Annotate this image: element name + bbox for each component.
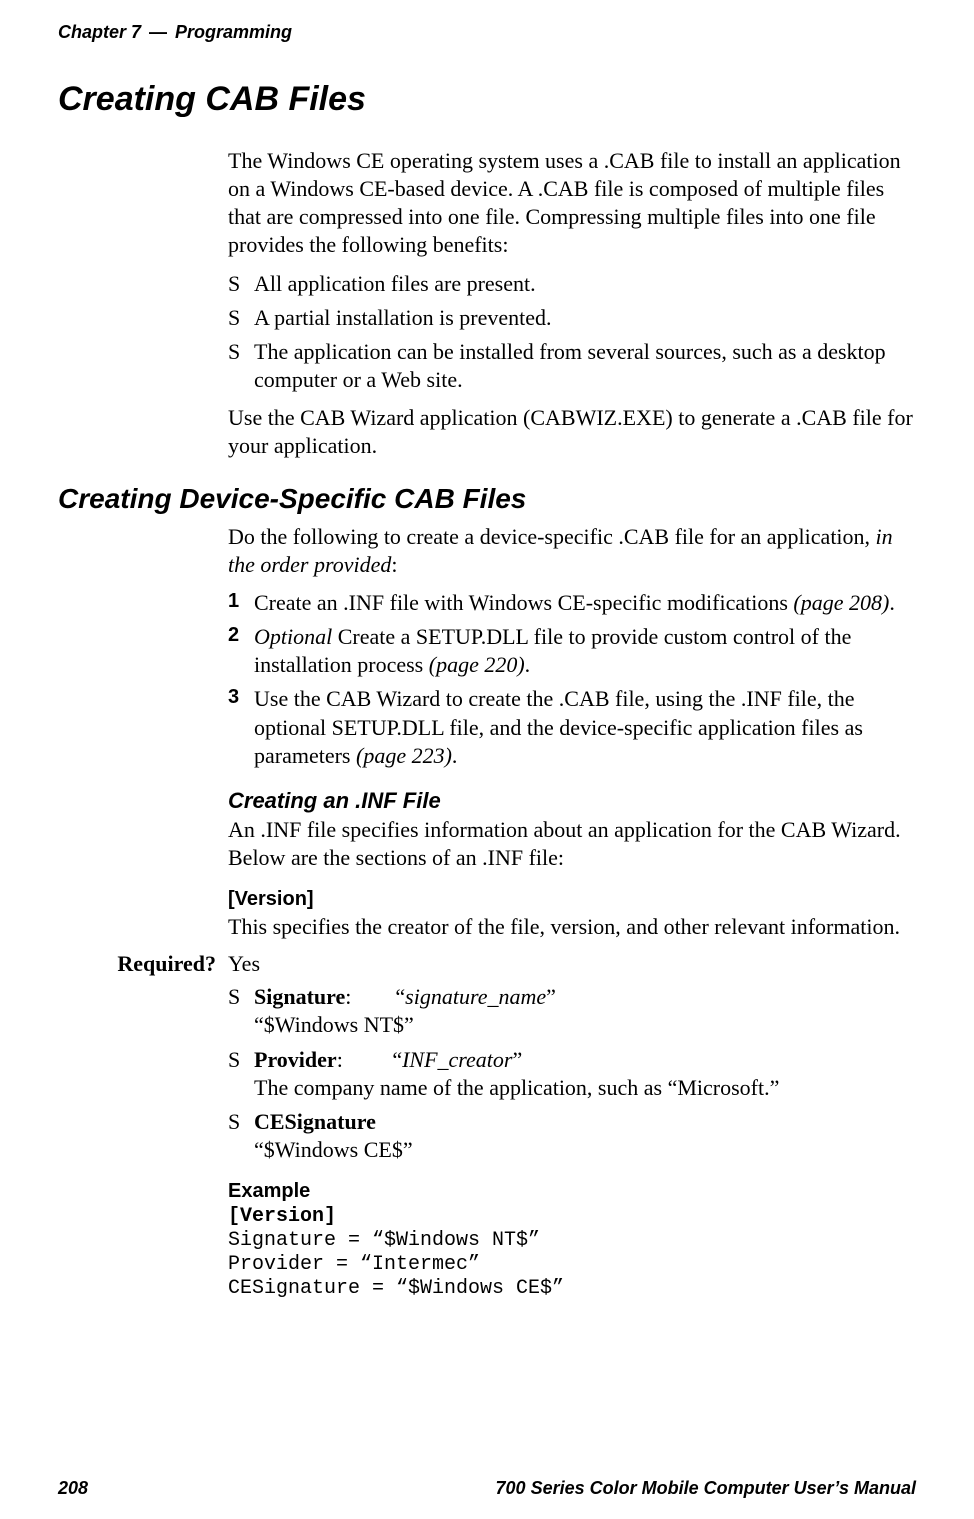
quote: “ — [395, 984, 405, 1009]
list-item: CESignature “$Windows CE$” — [228, 1108, 916, 1164]
field-sub: “$Windows NT$” — [254, 1012, 414, 1037]
list-item: A partial installation is prevented. — [228, 304, 916, 332]
intro-block: The Windows CE operating system uses a .… — [228, 147, 916, 461]
page-ref: (page 208) — [793, 590, 889, 615]
fields-list: Signature: “signature_name” “$Windows NT… — [228, 983, 916, 1164]
steps-list: Create an .INF file with Windows CE-spec… — [228, 589, 916, 770]
code-block: [Version] Signature = “$Windows NT$” Pro… — [228, 1205, 916, 1301]
text: : — [391, 552, 397, 577]
text: : — [345, 984, 351, 1009]
field-value-italic: signature_name — [405, 984, 546, 1009]
text: Create a SETUP.DLL file to provide custo… — [254, 624, 851, 677]
inf-description: An .INF file specifies information about… — [228, 816, 916, 872]
code-line: Signature = “$Windows NT$” — [228, 1229, 540, 1252]
field-name: CESignature — [254, 1109, 376, 1134]
fields-block: Signature: “signature_name” “$Windows NT… — [228, 983, 916, 1301]
required-row: Required? Yes — [58, 951, 916, 977]
required-value: Yes — [228, 951, 260, 977]
list-item: Provider: “INF_creator” The company name… — [228, 1046, 916, 1102]
quote: ” — [546, 984, 556, 1009]
heading-device-specific: Creating Device-Specific CAB Files — [58, 483, 916, 515]
field-name: Provider — [254, 1047, 337, 1072]
header-section: Programming — [175, 22, 292, 42]
quote: “ — [392, 1047, 402, 1072]
quote: ” — [512, 1047, 522, 1072]
cabwiz-paragraph: Use the CAB Wizard application (CABWIZ.E… — [228, 404, 916, 460]
text: . — [889, 590, 895, 615]
heading-inf-file: Creating an .INF File — [228, 788, 916, 814]
header-dash: — — [149, 22, 167, 42]
optional-label: Optional — [254, 624, 332, 649]
heading-creating-cab-files: Creating CAB Files — [58, 80, 916, 119]
code-line: Provider = “Intermec” — [228, 1253, 480, 1276]
page-number: 208 — [58, 1478, 88, 1499]
text: Do the following to create a device-spec… — [228, 524, 876, 549]
step-item: Use the CAB Wizard to create the .CAB fi… — [228, 685, 916, 769]
field-sub: “$Windows CE$” — [254, 1137, 413, 1162]
content: Creating CAB Files The Windows CE operat… — [58, 80, 916, 1301]
field-name: Signature — [254, 984, 345, 1009]
page-ref: (page 223) — [356, 743, 452, 768]
page-ref: (page 220) — [429, 652, 525, 677]
device-specific-block: Do the following to create a device-spec… — [228, 523, 916, 942]
field-sub: The company name of the application, suc… — [254, 1075, 779, 1100]
code-line: [Version] — [228, 1205, 336, 1228]
text: . — [525, 652, 531, 677]
text: . — [452, 743, 458, 768]
page: Chapter 7 — Programming Creating CAB Files… — [0, 0, 974, 1519]
code-line: CESignature = “$Windows CE$” — [228, 1277, 564, 1300]
running-header: Chapter 7 — Programming — [58, 22, 292, 43]
benefits-list: All application files are present. A par… — [228, 270, 916, 395]
header-chapter: Chapter 7 — [58, 22, 141, 42]
step-item: Optional Create a SETUP.DLL file to prov… — [228, 623, 916, 679]
manual-title: 700 Series Color Mobile Computer User’s … — [496, 1478, 916, 1499]
field-value-italic: INF_creator — [402, 1047, 512, 1072]
list-item: All application files are present. — [228, 270, 916, 298]
step-item: Create an .INF file with Windows CE-spec… — [228, 589, 916, 617]
text: Use the CAB Wizard to create the .CAB fi… — [254, 686, 863, 767]
intro-paragraph: The Windows CE operating system uses a .… — [228, 147, 916, 260]
footer: 208 700 Series Color Mobile Computer Use… — [58, 1478, 916, 1499]
text: Create an .INF file with Windows CE-spec… — [254, 590, 793, 615]
heading-example: Example — [228, 1180, 916, 1203]
heading-version-section: [Version] — [228, 888, 916, 911]
text: : — [337, 1047, 343, 1072]
required-label: Required? — [58, 951, 228, 977]
version-description: This specifies the creator of the file, … — [228, 913, 916, 941]
list-item: Signature: “signature_name” “$Windows NT… — [228, 983, 916, 1039]
list-item: The application can be installed from se… — [228, 338, 916, 394]
device-specific-intro: Do the following to create a device-spec… — [228, 523, 916, 579]
